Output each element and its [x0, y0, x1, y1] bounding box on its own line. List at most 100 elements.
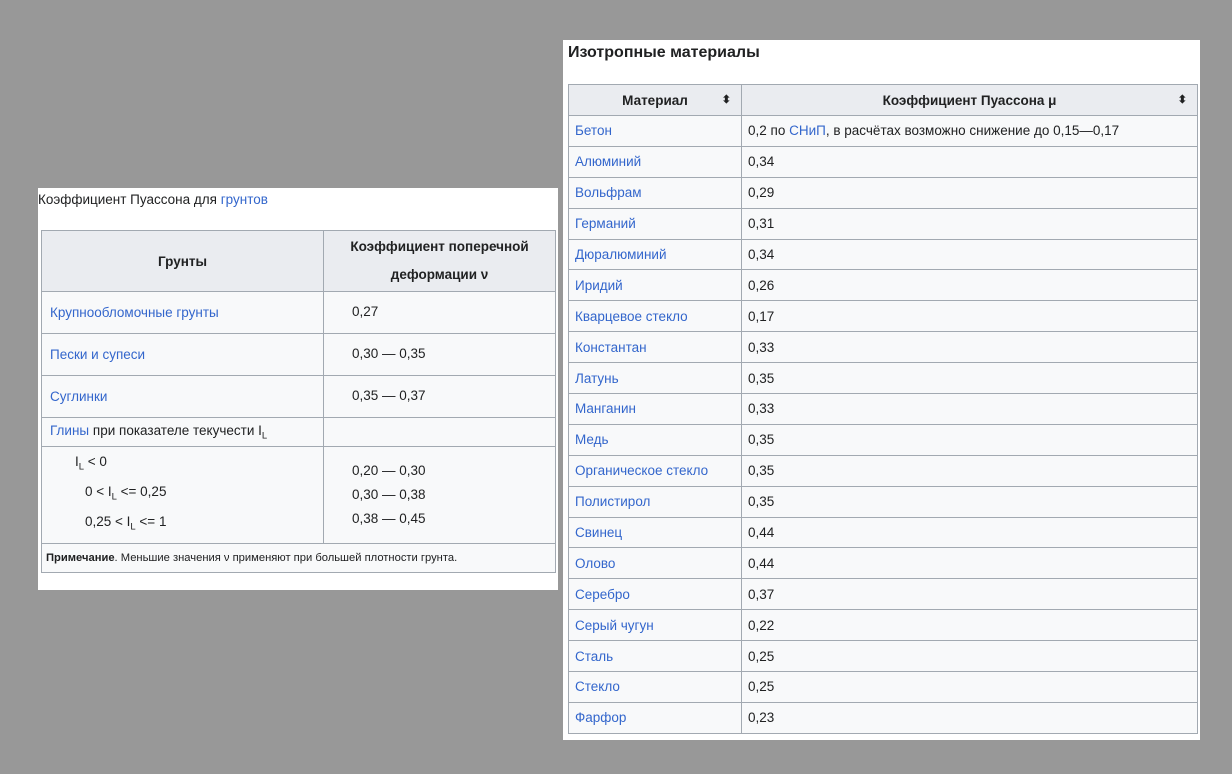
material-link[interactable]: Латунь: [575, 371, 619, 386]
condition-post: <= 0,25: [116, 484, 167, 500]
table-row: Олово 0,44: [568, 547, 1198, 580]
value-cell: 0,34: [741, 238, 1198, 271]
value-cell: 0,29: [741, 176, 1198, 209]
value-cell: 0,26: [741, 269, 1198, 302]
material-link[interactable]: Полистирол: [575, 494, 650, 509]
value-cell: 0,44: [741, 547, 1198, 580]
material-cell: Бетон: [568, 115, 742, 147]
material-link[interactable]: Свинец: [575, 525, 622, 540]
table-row: Примечание. Меньшие значения ν применяют…: [41, 543, 556, 573]
value-cell: 0,2 по СНиП, в расчётах возможно снижени…: [741, 115, 1198, 147]
table-row: Германий 0,31: [568, 207, 1198, 240]
snip-link[interactable]: СНиП: [789, 123, 826, 138]
value-cell: 0,25: [741, 671, 1198, 703]
material-cell: Сталь: [568, 640, 742, 673]
soil-name-link[interactable]: Суглинки: [50, 389, 107, 404]
table-row: Серебро 0,37: [568, 578, 1198, 611]
table-row: Константан 0,33: [568, 331, 1198, 364]
iso-header-material[interactable]: Материал ⬍: [568, 84, 742, 116]
material-cell: Стекло: [568, 671, 742, 703]
value-cell: 0,35: [741, 423, 1198, 456]
material-cell: Фарфор: [568, 701, 742, 734]
material-link[interactable]: Органическое стекло: [575, 463, 708, 478]
table-row: Серый чугун 0,22: [568, 609, 1198, 642]
clay-value-empty: [323, 417, 556, 447]
table-row: Кварцевое стекло 0,17: [568, 300, 1198, 333]
material-cell: Иридий: [568, 269, 742, 302]
material-cell: Латунь: [568, 362, 742, 395]
table-row: Латунь 0,35: [568, 362, 1198, 395]
table-row: Крупнообломочные грунты 0,27: [41, 291, 556, 334]
table-row: Органическое стекло 0,35: [568, 454, 1198, 487]
material-link[interactable]: Кварцевое стекло: [575, 309, 688, 324]
soil-note: Примечание. Меньшие значения ν применяют…: [41, 543, 556, 573]
condition-pre: 0 < I: [85, 484, 112, 500]
material-link[interactable]: Манганин: [575, 401, 636, 416]
material-link[interactable]: Константан: [575, 340, 647, 355]
soil-poisson-card: Коэффициент Пуассона для грунтов Грунты …: [38, 188, 558, 590]
table-row: Суглинки 0,35 — 0,37: [41, 375, 556, 418]
clay-condition: 0 < IL <= 0,25: [50, 480, 315, 510]
value-text-post: , в расчётах возможно снижение до 0,15—0…: [825, 123, 1120, 139]
table-row: Медь 0,35: [568, 423, 1198, 456]
soil-value-cell: 0,27: [323, 291, 556, 334]
material-link[interactable]: Дюралюминий: [575, 247, 667, 262]
table-row: Фарфор 0,23: [568, 701, 1198, 734]
material-link[interactable]: Сталь: [575, 649, 613, 664]
value-cell: 0,35: [741, 485, 1198, 518]
iso-table-caption: Изотропные материалы: [568, 44, 760, 61]
isotropic-materials-card: Изотропные материалы Материал ⬍ Коэффици…: [563, 40, 1200, 740]
material-link[interactable]: Бетон: [575, 123, 612, 138]
material-link[interactable]: Иридий: [575, 278, 623, 293]
table-row: Манганин 0,33: [568, 393, 1198, 425]
material-link[interactable]: Фарфор: [575, 710, 626, 725]
material-cell: Алюминий: [568, 145, 742, 178]
clay-sub: L: [261, 430, 268, 442]
material-link[interactable]: Вольфрам: [575, 185, 642, 200]
soil-name-cell: Крупнообломочные грунты: [41, 291, 324, 334]
material-cell: Германий: [568, 207, 742, 240]
soil-value-cell: 0,35 — 0,37: [323, 375, 556, 418]
condition-post: <= 1: [135, 513, 167, 529]
clay-condition-value: 0,20 — 0,30: [352, 463, 426, 478]
value-cell: 0,31: [741, 207, 1198, 240]
material-link[interactable]: Медь: [575, 432, 609, 447]
value-cell: 0,35: [741, 362, 1198, 395]
value-cell: 0,25: [741, 640, 1198, 673]
sort-icon[interactable]: ⬍: [1178, 93, 1187, 106]
material-link[interactable]: Стекло: [575, 679, 620, 694]
value-cell: 0,35: [741, 454, 1198, 487]
sort-icon[interactable]: ⬍: [722, 93, 731, 106]
material-cell: Органическое стекло: [568, 454, 742, 487]
material-link[interactable]: Олово: [575, 556, 615, 571]
soil-name-link[interactable]: Пески и супеси: [50, 347, 145, 362]
table-row: Свинец 0,44: [568, 516, 1198, 549]
material-cell: Вольфрам: [568, 176, 742, 209]
material-cell: Серый чугун: [568, 609, 742, 642]
material-link[interactable]: Серый чугун: [575, 618, 654, 633]
table-row: Иридий 0,26: [568, 269, 1198, 302]
material-link[interactable]: Серебро: [575, 587, 630, 602]
iso-header-coef-label: Коэффициент Пуассона μ: [882, 92, 1057, 108]
value-text: 0,2 по: [748, 123, 786, 139]
material-cell: Константан: [568, 331, 742, 364]
value-cell: 0,23: [741, 701, 1198, 734]
note-text: . Меньшие значения ν применяют при больш…: [114, 552, 458, 564]
soil-name-cell: Суглинки: [41, 375, 324, 418]
clay-link[interactable]: Глины: [50, 423, 89, 438]
material-cell: Дюралюминий: [568, 238, 742, 271]
soil-table-caption: Коэффициент Пуассона для грунтов: [38, 192, 268, 207]
condition-pre: 0,25 < I: [85, 513, 131, 529]
value-cell: 0,22: [741, 609, 1198, 642]
material-cell: Медь: [568, 423, 742, 456]
iso-header-coef[interactable]: Коэффициент Пуассона μ ⬍: [741, 84, 1198, 116]
material-link[interactable]: Алюминий: [575, 154, 641, 169]
soil-caption-link[interactable]: грунтов: [221, 192, 268, 207]
value-cell: 0,34: [741, 145, 1198, 178]
soil-value-cell: 0,30 — 0,35: [323, 333, 556, 376]
soil-name-link[interactable]: Крупнообломочные грунты: [50, 305, 219, 320]
clay-condition: 0,25 < IL <= 1: [50, 510, 315, 540]
material-cell: Полистирол: [568, 485, 742, 518]
clay-cell: Глины при показателе текучести IL: [41, 417, 324, 447]
material-link[interactable]: Германий: [575, 216, 636, 231]
